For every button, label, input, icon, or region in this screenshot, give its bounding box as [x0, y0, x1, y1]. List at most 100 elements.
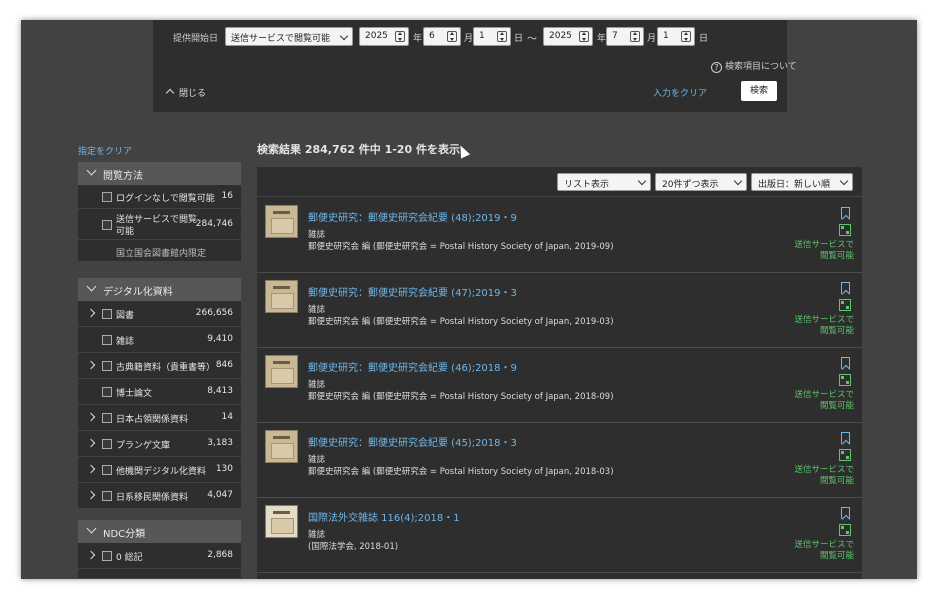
- facet-item-label: 日系移民関係資料: [116, 493, 189, 503]
- checkbox[interactable]: [102, 387, 112, 397]
- facet-item-count: 3,183: [207, 438, 233, 448]
- from-year-input[interactable]: 2025: [359, 27, 409, 46]
- facet-item-count: 846: [215, 360, 233, 370]
- facet-ndc-header[interactable]: NDC分類: [78, 520, 241, 543]
- day-unit: 日: [514, 34, 524, 44]
- facet-item[interactable]: 他機関デジタル化資料 130: [78, 457, 241, 483]
- checkbox[interactable]: [102, 361, 112, 371]
- to-month-input[interactable]: 7: [606, 27, 644, 46]
- chevron-right-icon[interactable]: [86, 464, 96, 474]
- checkbox[interactable]: [102, 439, 112, 449]
- checkbox[interactable]: [102, 551, 112, 561]
- checkbox[interactable]: [102, 335, 112, 345]
- chevron-right-icon[interactable]: [86, 360, 96, 370]
- digital-access-icon[interactable]: [839, 374, 851, 386]
- per-page-select[interactable]: 20件ずつ表示: [655, 173, 747, 191]
- bookmark-icon[interactable]: [841, 282, 850, 294]
- availability-line: 閲覧可能: [819, 251, 854, 261]
- cover-thumbnail[interactable]: [265, 505, 298, 538]
- checkbox[interactable]: [102, 192, 112, 202]
- bookmark-icon[interactable]: [841, 357, 850, 369]
- spinner-icon[interactable]: [630, 31, 640, 42]
- to-day-input[interactable]: 1: [657, 27, 695, 46]
- checkbox[interactable]: [102, 465, 112, 475]
- clear-filter-link[interactable]: 指定をクリア: [78, 144, 132, 157]
- checkbox[interactable]: [102, 413, 112, 423]
- facet-item[interactable]: 博士論文 8,413: [78, 379, 241, 405]
- checkbox[interactable]: [102, 220, 112, 230]
- availability-line: 閲覧可能: [819, 401, 854, 411]
- facet-item-count: 9,410: [207, 334, 233, 344]
- chevron-right-icon[interactable]: [86, 550, 96, 560]
- chevron-right-icon[interactable]: [86, 438, 96, 448]
- availability-line: 送信サービスで: [794, 465, 854, 475]
- facet-item-label: 図書: [116, 311, 135, 321]
- result-item: 国際法外交雑誌 116(4);2018・1 雑誌 (国際法学会, 2018-01…: [257, 498, 862, 573]
- facet-item[interactable]: [78, 569, 241, 579]
- to-year-input[interactable]: 2025: [543, 27, 593, 46]
- facet-item[interactable]: 日系移民関係資料 4,047: [78, 483, 241, 509]
- result-title-link[interactable]: 郵便史研究：郵便史研究会紀要 (45);2018・3: [308, 434, 517, 449]
- from-month-input[interactable]: 6: [423, 27, 461, 46]
- cover-thumbnail[interactable]: [265, 205, 298, 238]
- facet-digital-header[interactable]: デジタル化資料: [78, 278, 241, 301]
- facet-item[interactable]: 図書 266,656: [78, 301, 241, 327]
- result-author: (国際法学会, 2018-01): [308, 542, 399, 552]
- chevron-right-icon[interactable]: [86, 490, 96, 500]
- facet-item-label: プランゲ文庫: [116, 441, 171, 451]
- clear-input-link[interactable]: 入力をクリア: [653, 86, 707, 99]
- bookmark-icon[interactable]: [841, 432, 850, 444]
- search-button[interactable]: 検索: [741, 81, 777, 101]
- close-panel-button[interactable]: 閉じる: [165, 86, 206, 99]
- bookmark-icon[interactable]: [841, 207, 850, 219]
- result-item: 郵便史研究：郵便史研究会紀要 (48);2019・9 雑誌 郵便史研究会 編 (…: [257, 198, 862, 273]
- year-unit: 年: [597, 34, 607, 44]
- result-title-link[interactable]: 郵便史研究：郵便史研究会紀要 (47);2019・3: [308, 284, 517, 299]
- facet-item[interactable]: 雑誌 9,410: [78, 327, 241, 353]
- chevron-down-icon: [733, 176, 743, 186]
- help-text: 検索項目について: [725, 62, 797, 72]
- cover-thumbnail[interactable]: [265, 280, 298, 313]
- spinner-icon[interactable]: [579, 31, 589, 42]
- result-type: 雑誌: [308, 305, 326, 315]
- results-toolbar: リスト表示 20件ずつ表示 出版日：新しい順: [257, 167, 862, 197]
- facet-item[interactable]: 送信サービスで閲覧 可能 284,746: [78, 209, 241, 240]
- spinner-icon[interactable]: [395, 31, 405, 42]
- digital-access-icon[interactable]: [839, 299, 851, 311]
- sort-select[interactable]: 出版日：新しい順: [751, 173, 853, 191]
- chevron-right-icon[interactable]: [86, 308, 96, 318]
- from-day-input[interactable]: 1: [473, 27, 511, 46]
- result-title-link[interactable]: 郵便史研究：郵便史研究会紀要 (46);2018・9: [308, 359, 517, 374]
- result-author: 郵便史研究会 編 (郵便史研究会 = Postal History Societ…: [308, 242, 614, 252]
- facet-access-header[interactable]: 閲覧方法: [78, 162, 241, 185]
- view-select[interactable]: リスト表示: [557, 173, 651, 191]
- chevron-right-icon[interactable]: [86, 412, 96, 422]
- view-select-value: リスト表示: [564, 180, 610, 190]
- digital-access-icon[interactable]: [839, 224, 851, 236]
- result-title-link[interactable]: 郵便史研究：郵便史研究会紀要 (48);2019・9: [308, 209, 517, 224]
- digital-access-icon[interactable]: [839, 449, 851, 461]
- scope-select[interactable]: 送信サービスで閲覧可能: [225, 27, 353, 46]
- start-date-label: 提供開始日: [173, 34, 219, 44]
- day-unit: 日: [699, 34, 709, 44]
- digital-access-icon[interactable]: [839, 524, 851, 536]
- availability-label: 送信サービスで 閲覧可能: [784, 390, 854, 412]
- facet-note-text: 国立国会図書館内限定: [116, 249, 207, 259]
- bookmark-icon[interactable]: [841, 507, 850, 519]
- facet-item[interactable]: 0 総記 2,868: [78, 543, 241, 569]
- result-title-link[interactable]: 国際法外交雑誌 116(4);2018・1: [308, 509, 460, 524]
- facet-item[interactable]: プランゲ文庫 3,183: [78, 431, 241, 457]
- search-help-link[interactable]: ? 検索項目について: [711, 59, 797, 73]
- checkbox[interactable]: [102, 491, 112, 501]
- cover-thumbnail[interactable]: [265, 430, 298, 463]
- spinner-icon[interactable]: [681, 31, 691, 42]
- cover-thumbnail[interactable]: [265, 355, 298, 388]
- sort-value: 出版日：新しい順: [758, 180, 831, 190]
- spinner-icon[interactable]: [447, 31, 457, 42]
- facet-item[interactable]: ログインなしで閲覧可能 16: [78, 185, 241, 209]
- facet-item[interactable]: 古典籍資料（貴重書等） 846: [78, 353, 241, 379]
- checkbox[interactable]: [102, 309, 112, 319]
- facet-item[interactable]: 日本占領関係資料 14: [78, 405, 241, 431]
- spinner-icon[interactable]: [497, 31, 507, 42]
- result-author: 郵便史研究会 編 (郵便史研究会 = Postal History Societ…: [308, 317, 614, 327]
